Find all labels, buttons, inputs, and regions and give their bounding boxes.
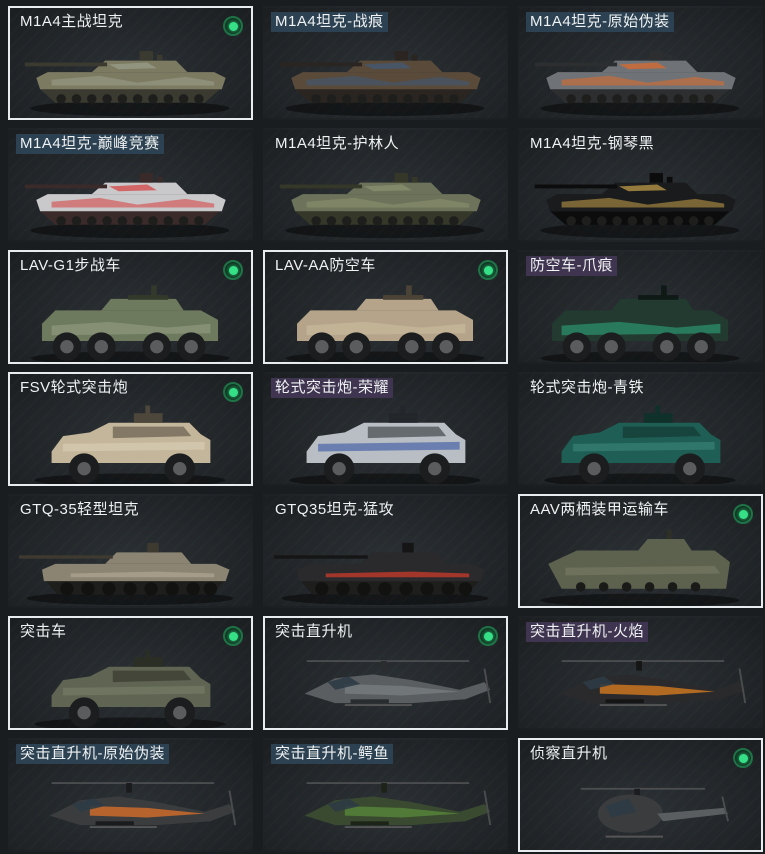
vehicle-name: 突击车 — [20, 623, 67, 640]
vehicle-name: LAV-AA防空车 — [275, 257, 376, 274]
vehicle-name: AAV两栖装甲运输车 — [530, 501, 669, 518]
tank-vehicle-image — [265, 152, 506, 240]
vehicle-name: 轮式突击炮-荣耀 — [271, 378, 393, 398]
vehicle-name: 突击直升机-原始伪装 — [16, 744, 169, 764]
vehicle-card[interactable]: M1A4坦克-战痕 — [263, 6, 508, 120]
vehicle-card[interactable]: 轮式突击炮-荣耀 — [263, 372, 508, 486]
vehicle-name: M1A4坦克-护林人 — [275, 135, 400, 152]
vehicle-card[interactable]: 轮式突击炮-青铁 — [518, 372, 763, 486]
vehicle-name: LAV-G1步战车 — [20, 257, 121, 274]
vehicle-grid: M1A4主战坦克 M1A4坦克-战痕 M1A4坦克-原始伪装 M1A4坦克-巅峰… — [0, 0, 765, 854]
vehicle-name: 突击直升机 — [275, 623, 353, 640]
vehicle-card[interactable]: 侦察直升机 — [518, 738, 763, 852]
vehicle-card[interactable]: FSV轮式突击炮 — [8, 372, 253, 486]
armored-car-vehicle-image — [10, 396, 251, 484]
vehicle-card[interactable]: LAV-G1步战车 — [8, 250, 253, 364]
vehicle-card[interactable]: LAV-AA防空车 — [263, 250, 508, 364]
vehicle-name: M1A4坦克-原始伪装 — [526, 12, 674, 32]
vehicle-name: M1A4坦克-巅峰竞赛 — [16, 134, 164, 154]
vehicle-name: M1A4坦克-钢琴黑 — [530, 135, 655, 152]
vehicle-name: FSV轮式突击炮 — [20, 379, 129, 396]
vehicle-card[interactable]: 突击直升机-火焰 — [518, 616, 763, 730]
vehicle-card[interactable]: GTQ-35轻型坦克 — [8, 494, 253, 608]
apc-vehicle-image — [10, 274, 251, 362]
vehicle-card[interactable]: AAV两栖装甲运输车 — [518, 494, 763, 608]
vehicle-name: 突击直升机-火焰 — [526, 622, 648, 642]
vehicle-card[interactable]: 突击直升机 — [263, 616, 508, 730]
vehicle-card[interactable]: 突击直升机-原始伪装 — [8, 738, 253, 852]
tank-vehicle-image — [265, 30, 506, 118]
vehicle-card[interactable]: GTQ35坦克-猛攻 — [263, 494, 508, 608]
vehicle-name: 突击直升机-鳄鱼 — [271, 744, 393, 764]
vehicle-card[interactable]: 突击直升机-鳄鱼 — [263, 738, 508, 852]
helicopter-vehicle-image — [520, 640, 761, 728]
vehicle-card[interactable]: M1A4主战坦克 — [8, 6, 253, 120]
armored-car-vehicle-image — [265, 396, 506, 484]
tank-vehicle-image — [520, 30, 761, 118]
vehicle-name: M1A4坦克-战痕 — [271, 12, 388, 32]
vehicle-name: 轮式突击炮-青铁 — [530, 379, 644, 396]
helicopter-vehicle-image — [265, 762, 506, 850]
vehicle-card[interactable]: M1A4坦克-钢琴黑 — [518, 128, 763, 242]
armored-car-vehicle-image — [10, 640, 251, 728]
tank-vehicle-image — [520, 152, 761, 240]
tank-vehicle-image — [10, 152, 251, 240]
vehicle-name: M1A4主战坦克 — [20, 13, 124, 30]
vehicle-card[interactable]: M1A4坦克-巅峰竞赛 — [8, 128, 253, 242]
apc-vehicle-image — [265, 274, 506, 362]
vehicle-name: 侦察直升机 — [530, 745, 608, 762]
helicopter-vehicle-image — [10, 762, 251, 850]
armored-car-vehicle-image — [520, 396, 761, 484]
tank-vehicle-image — [10, 30, 251, 118]
vehicle-name: GTQ35坦克-猛攻 — [275, 501, 395, 518]
vehicle-name: GTQ-35轻型坦克 — [20, 501, 140, 518]
vehicle-card[interactable]: 突击车 — [8, 616, 253, 730]
scout-heli-vehicle-image — [520, 762, 761, 850]
helicopter-vehicle-image — [265, 640, 506, 728]
vehicle-card[interactable]: M1A4坦克-原始伪装 — [518, 6, 763, 120]
vehicle-card[interactable]: M1A4坦克-护林人 — [263, 128, 508, 242]
apc-vehicle-image — [520, 274, 761, 362]
light-tank-vehicle-image — [10, 518, 251, 606]
amphibious-vehicle-image — [520, 518, 761, 606]
vehicle-card[interactable]: 防空车-爪痕 — [518, 250, 763, 364]
vehicle-name: 防空车-爪痕 — [526, 256, 617, 276]
light-tank-vehicle-image — [265, 518, 506, 606]
